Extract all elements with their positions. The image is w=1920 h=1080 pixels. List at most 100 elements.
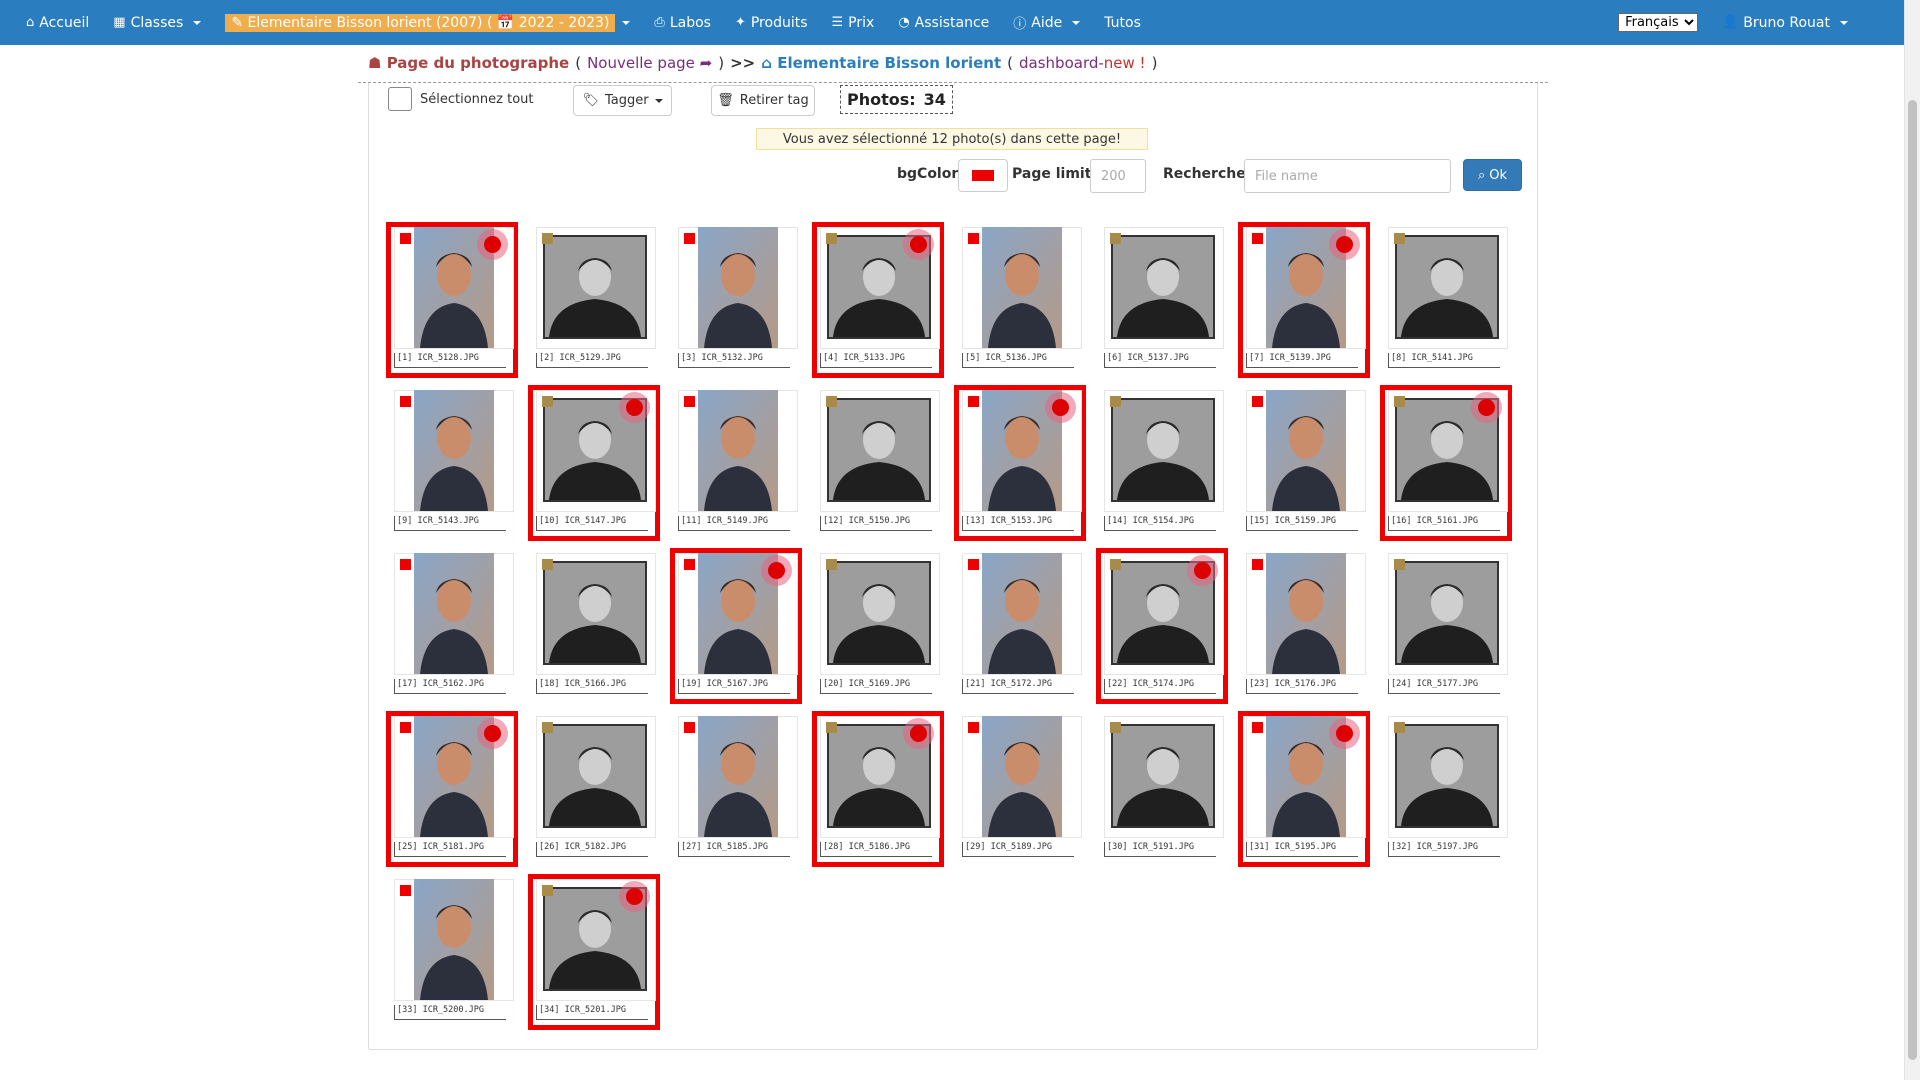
breadcrumb-photographer-page[interactable]: ☗ Page du photographe — [368, 54, 569, 72]
photo-thumbnail[interactable]: [19] ICR_5167.JPG — [670, 548, 802, 704]
photo-image[interactable] — [698, 716, 778, 837]
photo-thumbnail[interactable]: [24] ICR_5177.JPG — [1380, 548, 1512, 704]
scrollbar-thumb[interactable] — [1908, 100, 1917, 1060]
selected-indicator-icon[interactable] — [761, 555, 792, 586]
photo-thumbnail[interactable]: [9] ICR_5143.JPG — [386, 385, 518, 541]
selected-indicator-icon[interactable] — [1329, 229, 1360, 260]
photo-image[interactable] — [827, 398, 931, 502]
tag-marker[interactable] — [826, 559, 837, 570]
nav-home[interactable]: ⌂ Accueil — [0, 0, 101, 45]
photo-image[interactable] — [543, 724, 647, 828]
breadcrumb-new-page[interactable]: Nouvelle page ➦ — [587, 54, 712, 72]
photo-thumbnail[interactable]: [31] ICR_5195.JPG — [1238, 711, 1370, 867]
selected-indicator-icon[interactable] — [477, 229, 508, 260]
photo-thumbnail[interactable]: [13] ICR_5153.JPG — [954, 385, 1086, 541]
photo-image[interactable] — [1395, 724, 1499, 828]
selected-indicator-icon[interactable] — [1471, 392, 1502, 423]
photo-thumbnail[interactable]: [8] ICR_5141.JPG — [1380, 222, 1512, 378]
bgcolor-picker[interactable] — [958, 159, 1008, 192]
photo-image[interactable] — [827, 561, 931, 665]
tag-marker[interactable] — [542, 559, 553, 570]
tag-marker[interactable] — [826, 396, 837, 407]
photo-thumbnail[interactable]: [26] ICR_5182.JPG — [528, 711, 660, 867]
selected-indicator-icon[interactable] — [1187, 555, 1218, 586]
photo-thumbnail[interactable]: [20] ICR_5169.JPG — [812, 548, 944, 704]
photo-image[interactable] — [543, 561, 647, 665]
photo-image[interactable] — [414, 553, 494, 674]
photo-thumbnail[interactable]: [14] ICR_5154.JPG — [1096, 385, 1228, 541]
nav-tutos[interactable]: Tutos — [1092, 0, 1153, 45]
page-scrollbar[interactable] — [1904, 0, 1920, 1080]
selected-indicator-icon[interactable] — [903, 229, 934, 260]
tag-marker[interactable] — [400, 396, 411, 407]
photo-thumbnail[interactable]: [15] ICR_5159.JPG — [1238, 385, 1370, 541]
photo-thumbnail[interactable]: [23] ICR_5176.JPG — [1238, 548, 1370, 704]
tag-marker[interactable] — [968, 233, 979, 244]
tag-marker[interactable] — [1252, 722, 1263, 733]
nav-assistance[interactable]: ◔ Assistance — [886, 0, 1001, 45]
nav-aide[interactable]: ⓘ Aide — [1001, 0, 1092, 45]
photo-image[interactable] — [1111, 724, 1215, 828]
tag-marker[interactable] — [826, 722, 837, 733]
photo-thumbnail[interactable]: [1] ICR_5128.JPG — [386, 222, 518, 378]
tag-marker[interactable] — [684, 396, 695, 407]
selected-indicator-icon[interactable] — [903, 718, 934, 749]
photo-thumbnail[interactable]: [3] ICR_5132.JPG — [670, 222, 802, 378]
photo-thumbnail[interactable]: [2] ICR_5129.JPG — [528, 222, 660, 378]
breadcrumb-school[interactable]: ⌂ Elementaire Bisson lorient — [761, 54, 1001, 72]
photo-thumbnail[interactable]: [17] ICR_5162.JPG — [386, 548, 518, 704]
photo-image[interactable] — [1266, 553, 1346, 674]
search-ok-button[interactable]: ⌕ Ok — [1463, 159, 1522, 191]
tag-marker[interactable] — [1252, 559, 1263, 570]
photo-thumbnail[interactable]: [21] ICR_5172.JPG — [954, 548, 1086, 704]
photo-thumbnail[interactable]: [12] ICR_5150.JPG — [812, 385, 944, 541]
photo-thumbnail[interactable]: [32] ICR_5197.JPG — [1380, 711, 1512, 867]
photo-thumbnail[interactable]: [28] ICR_5186.JPG — [812, 711, 944, 867]
photo-thumbnail[interactable]: [29] ICR_5189.JPG — [954, 711, 1086, 867]
select-all-checkbox[interactable] — [388, 87, 412, 111]
photo-thumbnail[interactable]: [25] ICR_5181.JPG — [386, 711, 518, 867]
tag-marker[interactable] — [1110, 396, 1121, 407]
tag-marker[interactable] — [400, 885, 411, 896]
search-input[interactable] — [1244, 159, 1451, 193]
select-all-label[interactable]: Sélectionnez tout — [420, 92, 534, 107]
tag-marker[interactable] — [1252, 396, 1263, 407]
breadcrumb-dashboard[interactable]: dashboard-new ! — [1019, 54, 1146, 72]
photo-thumbnail[interactable]: [33] ICR_5200.JPG — [386, 874, 518, 1030]
selected-indicator-icon[interactable] — [477, 718, 508, 749]
photo-thumbnail[interactable]: [7] ICR_5139.JPG — [1238, 222, 1370, 378]
nav-labos[interactable]: ⎙ Labos — [642, 0, 723, 45]
tag-marker[interactable] — [1394, 722, 1405, 733]
tag-marker[interactable] — [1110, 722, 1121, 733]
photo-thumbnail[interactable]: [4] ICR_5133.JPG — [812, 222, 944, 378]
photo-thumbnail[interactable]: [6] ICR_5137.JPG — [1096, 222, 1228, 378]
photo-image[interactable] — [414, 390, 494, 511]
tag-marker[interactable] — [542, 396, 553, 407]
tag-marker[interactable] — [1394, 559, 1405, 570]
selected-indicator-icon[interactable] — [619, 392, 650, 423]
photo-image[interactable] — [982, 227, 1062, 348]
selected-indicator-icon[interactable] — [1045, 392, 1076, 423]
tag-marker[interactable] — [826, 233, 837, 244]
photo-thumbnail[interactable]: [10] ICR_5147.JPG — [528, 385, 660, 541]
nav-prix[interactable]: ☰ Prix — [820, 0, 887, 45]
remove-tag-button[interactable]: 🗑 Retirer tag — [711, 85, 815, 116]
photo-image[interactable] — [982, 716, 1062, 837]
tag-marker[interactable] — [542, 233, 553, 244]
tag-marker[interactable] — [684, 233, 695, 244]
photo-image[interactable] — [698, 227, 778, 348]
photo-thumbnail[interactable]: [27] ICR_5185.JPG — [670, 711, 802, 867]
photo-image[interactable] — [1266, 390, 1346, 511]
photo-image[interactable] — [543, 235, 647, 339]
tag-marker[interactable] — [400, 233, 411, 244]
selected-indicator-icon[interactable] — [619, 881, 650, 912]
tag-marker[interactable] — [1394, 233, 1405, 244]
tag-marker[interactable] — [968, 559, 979, 570]
user-menu[interactable]: 👤 Bruno Rouat — [1710, 0, 1860, 45]
tag-button[interactable]: 🏷 Tagger — [573, 85, 672, 116]
tag-marker[interactable] — [400, 722, 411, 733]
tag-marker[interactable] — [968, 722, 979, 733]
tag-marker[interactable] — [400, 559, 411, 570]
photo-thumbnail[interactable]: [34] ICR_5201.JPG — [528, 874, 660, 1030]
photo-image[interactable] — [1111, 235, 1215, 339]
